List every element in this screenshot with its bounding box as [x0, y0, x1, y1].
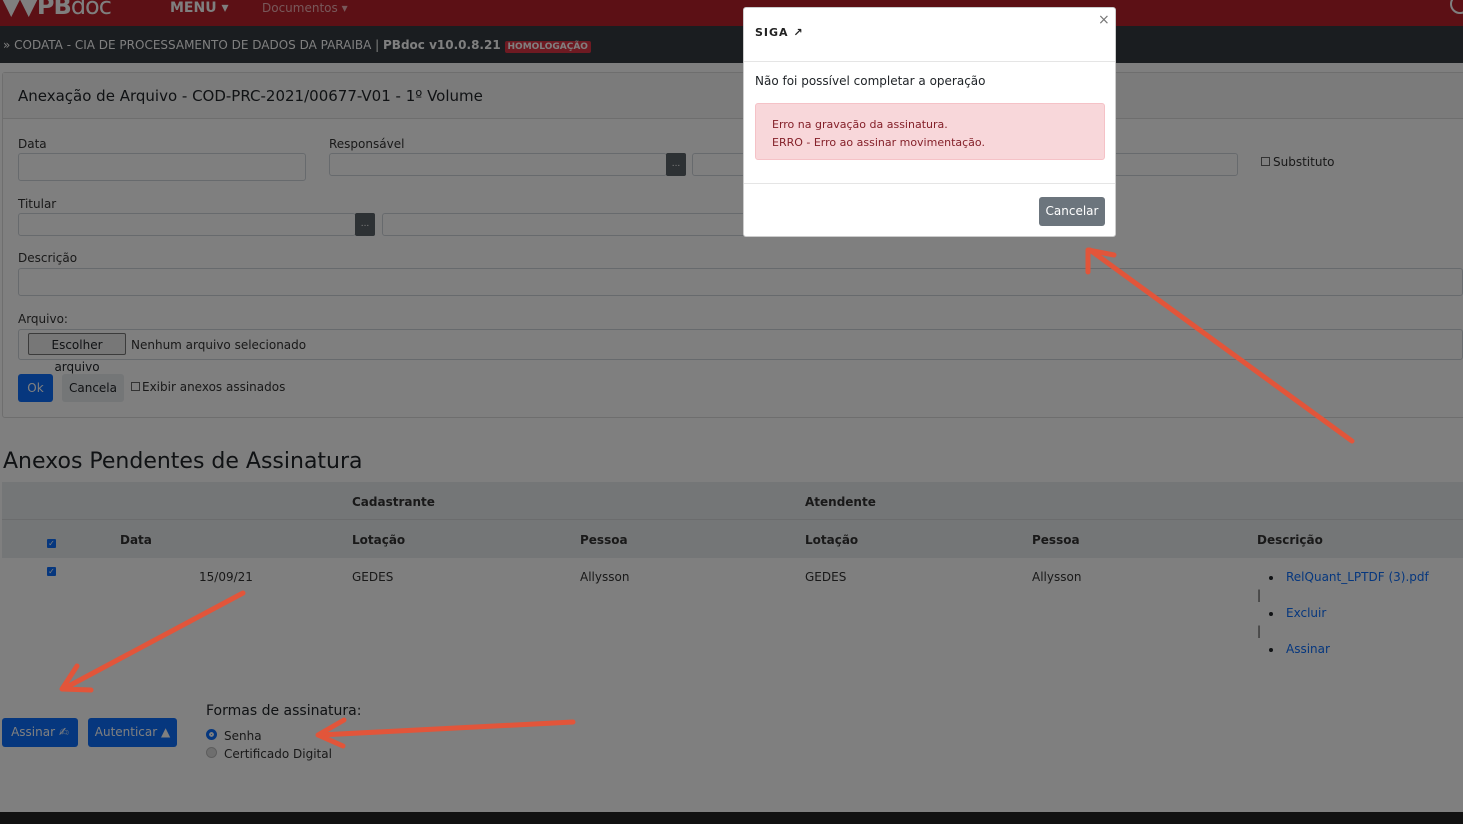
- siga-logo: SIGA ↗: [755, 26, 804, 39]
- arrow-to-modal: [1087, 247, 1355, 444]
- modal-message: Não foi possível completar a operação: [755, 74, 986, 88]
- modal-header: SIGA ↗ ×: [744, 8, 1115, 62]
- arrow-to-assinar: [62, 590, 246, 691]
- siga-logo-text: SIGA: [755, 26, 789, 39]
- siga-arrow-icon: ↗: [793, 26, 804, 39]
- modal-footer-divider: [744, 183, 1115, 184]
- modal-cancel-button[interactable]: Cancelar: [1039, 197, 1105, 226]
- error-modal: SIGA ↗ × Não foi possível completar a op…: [743, 7, 1116, 237]
- error-line-1: Erro na gravação da assinatura.: [772, 118, 948, 131]
- error-line-2: ERRO - Erro ao assinar movimentação.: [772, 136, 985, 149]
- close-icon[interactable]: ×: [1098, 12, 1110, 28]
- arrow-to-senha: [317, 719, 576, 738]
- annotation-arrows: [59, 247, 1355, 749]
- error-alert: Erro na gravação da assinatura. ERRO - E…: [755, 103, 1105, 160]
